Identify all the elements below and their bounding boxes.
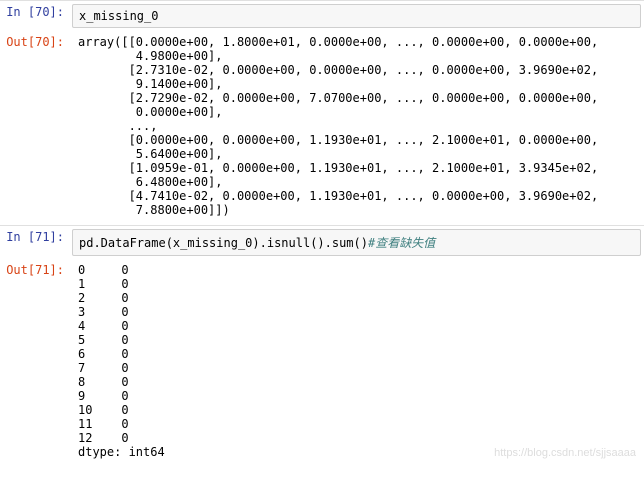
cell-71-output-row: Out[71]: 0 0 1 0 2 0 3 0 4 0 5 0 6 0 7 0…	[0, 259, 644, 463]
watermark-text: https://blog.csdn.net/sjjsaaaa	[494, 447, 636, 459]
output-71: 0 0 1 0 2 0 3 0 4 0 5 0 6 0 7 0 8 0 9 0 …	[72, 259, 644, 463]
in-prompt-71: In [71]:	[0, 226, 72, 259]
code-text-71: pd.DataFrame(x_missing_0).isnull().sum()	[79, 236, 368, 250]
output-70: array([[0.0000e+00, 1.8000e+01, 0.0000e+…	[72, 31, 644, 221]
out-prompt-71: Out[71]:	[0, 259, 72, 463]
cell-71-input-row: In [71]: pd.DataFrame(x_missing_0).isnul…	[0, 225, 644, 259]
code-input-70[interactable]: x_missing_0	[72, 4, 641, 28]
code-comment-71: #查看缺失值	[368, 236, 435, 250]
cell-70-output-row: Out[70]: array([[0.0000e+00, 1.8000e+01,…	[0, 31, 644, 221]
code-text-70: x_missing_0	[79, 9, 158, 23]
cell-70-input-row: In [70]: x_missing_0	[0, 0, 644, 31]
code-input-71[interactable]: pd.DataFrame(x_missing_0).isnull().sum()…	[72, 229, 641, 256]
out-prompt-70: Out[70]:	[0, 31, 72, 221]
in-prompt-70: In [70]:	[0, 1, 72, 31]
